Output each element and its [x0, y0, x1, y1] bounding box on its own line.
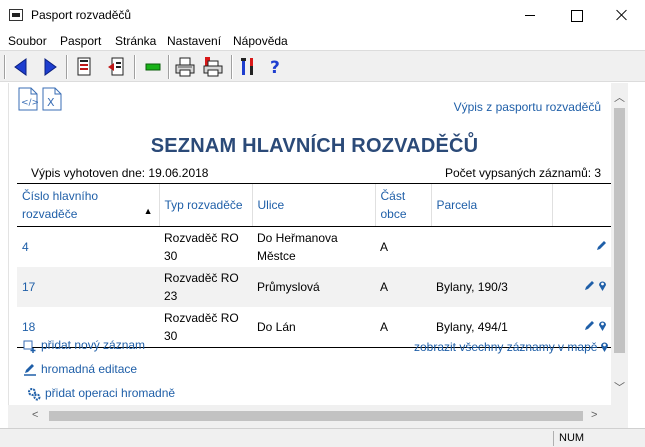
toolbar: ? [0, 50, 645, 82]
scroll-left-icon[interactable]: < [32, 409, 38, 421]
column-header-actions [551, 183, 612, 227]
toolbar-separator [231, 55, 233, 79]
close-button[interactable] [599, 0, 645, 30]
status-bar: NUM [0, 428, 645, 447]
table-header-row: Číslo hlavního rozvaděče ▲ Typ rozvaděče … [17, 183, 612, 227]
scroll-up-icon[interactable]: ︿ [614, 89, 625, 105]
edit-pencil-icon[interactable] [584, 280, 595, 294]
map-pin-icon[interactable] [598, 280, 607, 294]
scroll-corner [611, 405, 628, 428]
back-arrow-icon[interactable] [10, 56, 32, 78]
cell-street: Do Heřmanova Městce [257, 231, 338, 263]
svg-text:X: X [47, 96, 55, 109]
window-edge [628, 83, 645, 428]
menu-pasport[interactable]: Pasport [60, 34, 101, 48]
cell-type: Rozvaděč RO 30 [164, 231, 239, 263]
report-title-link[interactable]: Výpis z pasportu rozvaděčů [454, 100, 601, 114]
record-number-link[interactable]: 17 [22, 280, 35, 294]
page-title: SEZNAM HLAVNÍCH ROZVADĚČŮ [150, 135, 479, 157]
num-lock-indicator: NUM [553, 431, 593, 446]
cell-parcel: Bylany, 190/3 [431, 267, 552, 307]
add-record-link[interactable]: přidat nový záznam [41, 338, 145, 352]
cell-parcel [431, 227, 552, 268]
add-record-icon [23, 340, 37, 354]
menu-nastaveni[interactable]: Nastavení [167, 34, 221, 48]
forward-arrow-icon[interactable] [39, 56, 61, 78]
horizontal-scroll-thumb[interactable] [49, 411, 583, 421]
toolbar-separator [168, 55, 170, 79]
column-header-part[interactable]: Část obce [374, 183, 431, 227]
column-header-label: Číslo hlavního rozvaděče [22, 189, 99, 221]
record-number-link[interactable]: 4 [22, 240, 29, 254]
records-table: Číslo hlavního rozvaděče ▲ Typ rozvaděče … [17, 183, 612, 348]
menu-napoveda[interactable]: Nápověda [233, 34, 288, 48]
menu-bar: Soubor Pasport Stránka Nastavení Nápověd… [0, 30, 645, 50]
report-view: </> X Výpis z pasportu rozvaděčů SEZNAM … [8, 83, 628, 428]
table-row: 17 Rozvaděč RO 23 Průmyslová A Bylany, 1… [17, 267, 612, 307]
record-count: Počet vypsaných záznamů: 3 [445, 166, 602, 180]
export-html-icon[interactable]: </> [18, 87, 39, 111]
help-icon[interactable]: ? [264, 56, 286, 78]
scroll-down-icon[interactable]: ﹀ [614, 379, 625, 395]
column-header-type[interactable]: Typ rozvaděče [158, 183, 252, 227]
vertical-scroll-thumb[interactable] [614, 108, 625, 353]
bulk-edit-link[interactable]: hromadná editace [41, 362, 137, 376]
table-row: 4 Rozvaděč RO 30 Do Heřmanova Městce A [17, 227, 612, 268]
print-icon[interactable] [174, 56, 196, 78]
menu-soubor[interactable]: Soubor [8, 34, 47, 48]
map-pin-icon[interactable] [598, 320, 607, 334]
menu-stranka[interactable]: Stránka [115, 34, 156, 48]
sort-ascending-icon: ▲ [143, 206, 153, 216]
cell-type: Rozvaděč RO 23 [159, 267, 252, 307]
window-title: Pasport rozvaděčů [31, 8, 132, 22]
report-date: Výpis vyhotoven dne: 19.06.2018 [31, 166, 209, 180]
cell-part: A [375, 267, 431, 307]
export-page-icon[interactable] [105, 56, 127, 78]
gears-icon [27, 387, 41, 401]
app-icon [9, 9, 23, 21]
column-header-street[interactable]: Ulice [251, 183, 375, 227]
edit-pencil-icon[interactable] [596, 240, 607, 254]
toolbar-separator [4, 55, 6, 79]
column-header-parcel[interactable]: Parcela [430, 183, 552, 227]
cell-street: Průmyslová [252, 267, 375, 307]
add-bulk-operation-link[interactable]: přidat operaci hromadně [45, 386, 175, 400]
show-all-on-map-link[interactable]: zobrazit všechny záznamy v mapě [414, 340, 597, 354]
minimize-button[interactable] [507, 0, 553, 30]
cell-part: A [380, 240, 389, 254]
svg-text:?: ? [270, 58, 280, 78]
bulk-edit-icon [23, 363, 37, 377]
document-icon[interactable] [73, 56, 95, 78]
title-bar: Pasport rozvaděčů [0, 0, 645, 30]
tools-icon[interactable] [238, 56, 260, 78]
export-excel-icon[interactable]: X [42, 87, 62, 111]
vertical-scrollbar[interactable]: ︿ ﹀ [611, 83, 628, 405]
column-header-number[interactable]: Číslo hlavního rozvaděče ▲ [17, 183, 159, 227]
toolbar-separator [66, 55, 68, 79]
horizontal-scrollbar[interactable]: < > [8, 405, 611, 428]
scroll-right-icon[interactable]: > [591, 409, 597, 421]
maximize-button[interactable] [553, 0, 599, 30]
record-number-link[interactable]: 18 [22, 320, 35, 334]
svg-text:</>: </> [21, 98, 38, 108]
green-bar-icon[interactable] [142, 56, 164, 78]
edit-pencil-icon[interactable] [584, 320, 595, 334]
row-actions [552, 227, 612, 268]
cell-street: Do Lán [252, 307, 375, 348]
cell-type: Rozvaděč RO 30 [159, 307, 252, 348]
toolbar-separator [134, 55, 136, 79]
print-red-icon[interactable] [202, 56, 224, 78]
row-actions [552, 267, 612, 307]
